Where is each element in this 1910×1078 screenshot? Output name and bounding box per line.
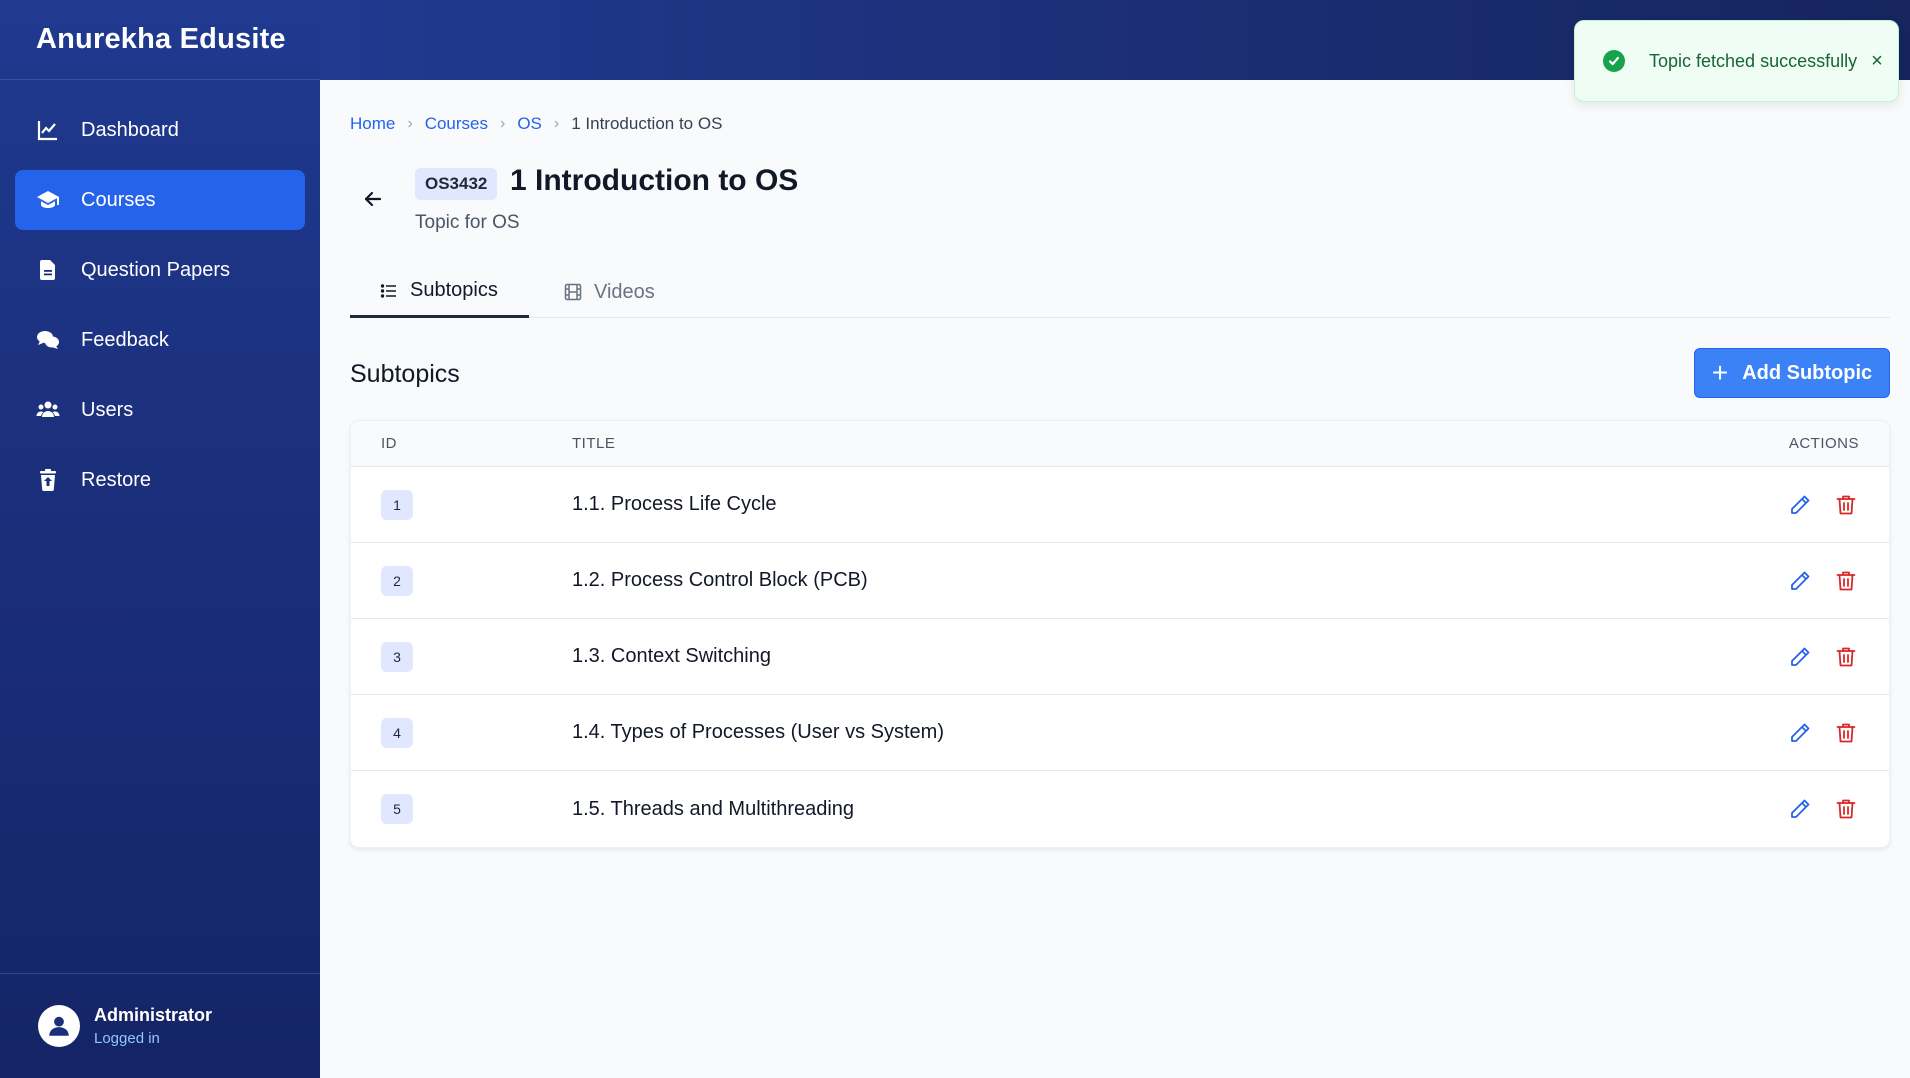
breadcrumb-courses[interactable]: Courses (425, 114, 488, 134)
sidebar-item-question-papers[interactable]: Question Papers (15, 240, 305, 300)
course-code-badge: OS3432 (415, 168, 498, 200)
sidebar-item-label: Feedback (81, 328, 169, 351)
trash-icon (1834, 493, 1858, 517)
document-icon (35, 257, 61, 283)
list-icon (380, 282, 410, 300)
tab-bar: Subtopics Videos (350, 266, 1890, 318)
row-id-badge: 3 (381, 641, 413, 672)
table-row: 5 1.5. Threads and Multithreading (351, 771, 1889, 847)
sidebar-item-label: Dashboard (81, 118, 179, 141)
pencil-icon (1788, 569, 1812, 593)
breadcrumb-home[interactable]: Home (350, 114, 395, 134)
table-row: 1 1.1. Process Life Cycle (351, 467, 1889, 543)
pencil-icon (1788, 721, 1812, 745)
sidebar-item-label: Restore (81, 468, 152, 491)
brand: Anurekha Edusite (0, 0, 320, 80)
delete-button[interactable] (1833, 720, 1859, 746)
column-header-actions: ACTIONS (1788, 435, 1859, 452)
sidebar-item-label: Users (81, 398, 134, 421)
pencil-icon (1788, 797, 1812, 821)
toast-message: Topic fetched successfully (1649, 50, 1858, 71)
sidebar-item-label: Question Papers (81, 258, 230, 281)
edit-button[interactable] (1787, 796, 1813, 822)
row-title: 1.5. Threads and Multithreading (572, 797, 855, 820)
row-title: 1.1. Process Life Cycle (572, 493, 777, 515)
chevron-right-icon: › (500, 115, 506, 132)
sidebar-item-restore[interactable]: Restore (15, 450, 305, 510)
table-row: 2 1.2. Process Control Block (PCB) (351, 543, 1889, 619)
user-status: Logged in (94, 1030, 160, 1047)
trash-icon (1834, 797, 1858, 821)
table-header: ID TITLE ACTIONS (351, 421, 1889, 467)
column-header-title: TITLE (572, 435, 616, 452)
back-button[interactable] (358, 184, 388, 214)
subtopics-table: ID TITLE ACTIONS 1 1.1. Process Life Cyc… (350, 420, 1890, 848)
row-id-badge: 4 (381, 717, 413, 748)
row-id-badge: 1 (381, 489, 413, 520)
page-title: 1 Introduction to OS (510, 164, 799, 197)
sidebar: Anurekha Edusite Dashboard Courses Quest… (0, 0, 320, 1078)
edit-button[interactable] (1787, 568, 1813, 594)
edit-button[interactable] (1787, 720, 1813, 746)
row-id-badge: 5 (381, 794, 413, 824)
tab-label: Videos (594, 280, 655, 303)
comments-icon (35, 327, 61, 353)
user-icon (46, 1013, 72, 1039)
users-icon (35, 397, 61, 423)
add-subtopic-label: Add Subtopic (1742, 361, 1873, 384)
delete-button[interactable] (1833, 644, 1859, 670)
pencil-icon (1788, 493, 1812, 517)
sidebar-item-feedback[interactable]: Feedback (15, 310, 305, 370)
edit-button[interactable] (1787, 644, 1813, 670)
row-title: 1.4. Types of Processes (User vs System) (572, 721, 944, 743)
row-id-badge: 2 (381, 565, 413, 596)
trash-icon (1834, 721, 1858, 745)
sidebar-item-label: Courses (81, 188, 156, 211)
sidebar-nav: Dashboard Courses Question Papers Feedba… (0, 100, 320, 520)
column-header-id: ID (381, 435, 397, 452)
breadcrumb-current: 1 Introduction to OS (571, 114, 723, 133)
add-subtopic-button[interactable]: + Add Subtopic (1694, 348, 1890, 398)
trash-restore-icon (35, 467, 61, 493)
close-icon[interactable]: × (1871, 50, 1883, 73)
row-title: 1.3. Context Switching (572, 645, 771, 667)
user-panel: Administrator Logged in (0, 973, 320, 1078)
sidebar-item-users[interactable]: Users (15, 380, 305, 440)
tab-videos[interactable]: Videos (564, 266, 655, 318)
topic-header: OS3432 1 Introduction to OS Topic for OS (350, 164, 1890, 246)
check-circle-icon (1603, 50, 1625, 72)
main-content: Home › Courses › OS › 1 Introduction to … (350, 80, 1890, 848)
chevron-right-icon: › (407, 115, 413, 132)
delete-button[interactable] (1833, 492, 1859, 518)
table-row: 3 1.3. Context Switching (351, 619, 1889, 695)
brand-title: Anurekha Edusite (36, 23, 286, 55)
sidebar-item-courses[interactable]: Courses (15, 170, 305, 230)
section-header: Subtopics + Add Subtopic (350, 318, 1890, 408)
film-icon (564, 283, 594, 301)
table-row: 4 1.4. Types of Processes (User vs Syste… (351, 695, 1889, 771)
arrow-left-icon (361, 187, 385, 211)
trash-icon (1834, 645, 1858, 669)
edit-button[interactable] (1787, 492, 1813, 518)
row-title: 1.2. Process Control Block (PCB) (572, 569, 868, 591)
delete-button[interactable] (1833, 568, 1859, 594)
pencil-icon (1788, 645, 1812, 669)
plus-icon: + (1711, 357, 1729, 388)
avatar (38, 1005, 80, 1047)
graduation-cap-icon (35, 187, 61, 213)
sidebar-item-dashboard[interactable]: Dashboard (15, 100, 305, 160)
breadcrumb: Home › Courses › OS › 1 Introduction to … (350, 114, 1890, 134)
delete-button[interactable] (1833, 796, 1859, 822)
breadcrumb-course[interactable]: OS (517, 114, 542, 134)
chart-line-icon (35, 117, 61, 143)
page-subtitle: Topic for OS (415, 212, 520, 233)
section-title: Subtopics (350, 360, 460, 388)
user-name: Administrator (94, 1005, 213, 1025)
trash-icon (1834, 569, 1858, 593)
chevron-right-icon: › (553, 115, 560, 132)
tab-subtopics[interactable]: Subtopics (350, 266, 529, 318)
tab-label: Subtopics (410, 279, 498, 301)
